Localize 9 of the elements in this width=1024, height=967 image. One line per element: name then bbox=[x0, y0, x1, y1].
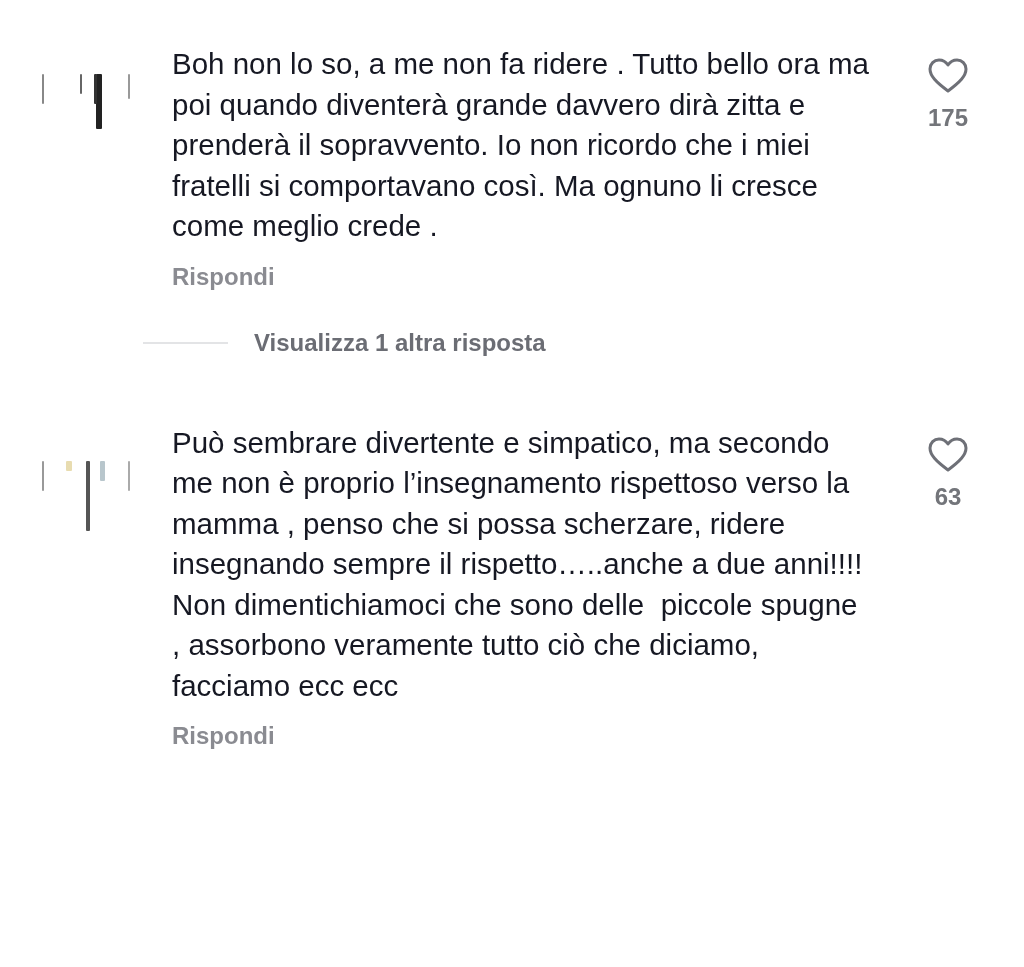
like-count: 63 bbox=[934, 481, 962, 512]
comment-text: Può sembrare divertente e simpatico, ma secondo me non è proprio l’insegnamento rispettoso verso la mamma , penso che si possa scherzare, ridere insegnando sempre il rispetto…..anche a due anni!!!! Non dimentichiamoci che sono delle piccole spugne , assorbono veramente tutto ciò che diciamo, facciamo ecc ecc bbox=[172, 424, 864, 704]
reply-link[interactable]: Rispondi bbox=[172, 258, 275, 295]
like-count: 175 bbox=[927, 103, 968, 133]
heart-icon[interactable] bbox=[928, 436, 968, 473]
reply-link[interactable]: Rispondi bbox=[172, 718, 275, 754]
comment-text: Boh non lo so, a me non fa ridere . Tutto bello ora ma poi quando diventerà grande davvero dirà zitta e prenderà il sopravvento. Io non ricordo che i miei fratelli si comportavano così. Ma ognuno li cresce come meglio crede . bbox=[172, 46, 870, 244]
heart-icon[interactable] bbox=[928, 58, 968, 94]
view-replies-link[interactable]: Visualizza 1 altra risposta bbox=[254, 324, 546, 361]
